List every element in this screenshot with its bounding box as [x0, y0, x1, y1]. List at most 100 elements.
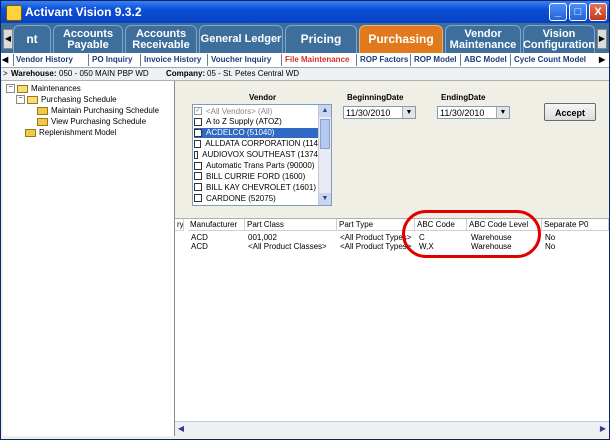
- grid-horizontal-scrollbar[interactable]: ◀ ▶: [175, 421, 609, 435]
- scroll-right-icon[interactable]: ▶: [597, 422, 609, 435]
- column-header[interactable]: ry: [175, 219, 184, 231]
- tree-label: Maintain Purchasing Schedule: [51, 106, 160, 115]
- vendor-list-item[interactable]: A to Z Supply (ATOZ): [194, 117, 318, 127]
- dropdown-arrow-icon[interactable]: ▼: [402, 107, 415, 118]
- subnav-scroll-left-icon[interactable]: ◀: [2, 55, 8, 64]
- app-icon: [6, 5, 22, 21]
- tree-label: Replenishment Model: [39, 128, 117, 137]
- folder-open-icon: [27, 95, 38, 104]
- dropdown-arrow-icon[interactable]: ▼: [496, 107, 509, 118]
- checkbox[interactable]: [194, 161, 202, 170]
- vendor-list-item-label: ACDELCO (51040): [206, 128, 275, 138]
- subnav-invoice-history[interactable]: Invoice History: [144, 55, 201, 64]
- checkbox[interactable]: [194, 150, 199, 159]
- subnav-cycle-count-model[interactable]: Cycle Count Model: [514, 55, 586, 64]
- subnav-voucher-inquiry[interactable]: Voucher Inquiry: [211, 55, 271, 64]
- checkbox[interactable]: [194, 139, 202, 148]
- tab-accounts-receivable[interactable]: Accounts Receivable: [125, 25, 197, 53]
- vendor-list-item[interactable]: ALLDATA CORPORATION (114: [194, 139, 318, 149]
- subnav-vendor-history[interactable]: Vendor History: [16, 55, 73, 64]
- accept-button[interactable]: Accept: [544, 103, 596, 121]
- column-header[interactable]: Separate P0: [542, 219, 609, 231]
- tree-node-maintenances[interactable]: − Maintenances: [6, 84, 81, 93]
- tree-node-maintain-purchasing-schedule[interactable]: Maintain Purchasing Schedule: [37, 106, 159, 115]
- context-bar: > Warehouse: 050 - 050 MAIN PBP WD Compa…: [1, 68, 609, 81]
- scroll-down-icon[interactable]: ▼: [319, 193, 331, 205]
- collapse-icon[interactable]: −: [6, 84, 15, 93]
- column-header[interactable]: Manufacturer: [188, 219, 245, 231]
- tab-pricing[interactable]: Pricing: [285, 25, 357, 53]
- main-content: Vendor ✓ <All Vendors> (All) A to Z Supply…: [175, 81, 609, 436]
- subnav-rop-model[interactable]: ROP Model: [414, 55, 457, 64]
- tab-accounts-payable[interactable]: Accounts Payable: [53, 25, 123, 53]
- vendor-list-item-label: AUDIOVOX SOUTHEAST (1374: [202, 150, 318, 160]
- vendor-list-item-label: BILL KAY CHEVROLET (1601): [206, 182, 316, 192]
- sub-navigation-bar: ◀ Vendor History PO Inquiry Invoice Hist…: [1, 53, 609, 68]
- collapse-icon[interactable]: −: [16, 95, 25, 104]
- table-cell[interactable]: No: [545, 242, 555, 252]
- tree-label: Purchasing Schedule: [41, 95, 117, 104]
- folder-icon: [25, 128, 36, 137]
- navigation-tree: − Maintenances − Purchasing Schedule Mai…: [3, 81, 175, 436]
- vendor-list-item[interactable]: ✓ ACDELCO (51040): [194, 127, 318, 138]
- window-title: Activant Vision 9.3.2: [25, 5, 142, 19]
- tab-vendor-maintenance[interactable]: Vendor Maintenance: [445, 25, 521, 53]
- warehouse-label: Warehouse:: [11, 69, 57, 78]
- ending-date-value: 11/30/2010: [440, 108, 485, 118]
- tab-scroll-left-icon[interactable]: ◀: [3, 29, 13, 49]
- tree-label: View Purchasing Schedule: [51, 117, 147, 126]
- warehouse-value: 050 - 050 MAIN PBP WD: [59, 69, 149, 78]
- beginning-date-picker[interactable]: 11/30/2010 ▼: [343, 106, 416, 119]
- tab-vision-configuration[interactable]: Vision Configuration: [523, 25, 595, 53]
- tab-purchasing[interactable]: Purchasing: [359, 25, 443, 53]
- vendor-list-item-label: ALLDATA CORPORATION (114: [205, 139, 318, 149]
- subnav-scroll-right-icon[interactable]: ▶: [599, 55, 605, 64]
- abc-grid: ry Manufacturer Part Class Part Type ABC…: [175, 218, 609, 422]
- subnav-po-inquiry[interactable]: PO Inquiry: [92, 55, 132, 64]
- table-cell[interactable]: ACD: [191, 242, 208, 252]
- tab-general-ledger[interactable]: General Ledger: [199, 25, 283, 53]
- company-label: Company:: [166, 69, 206, 78]
- vendor-list-item[interactable]: BILL CURRIE FORD (1600): [194, 171, 318, 181]
- ending-date-picker[interactable]: 11/30/2010 ▼: [437, 106, 510, 119]
- vendor-list-item-label: Automatic Trans Parts (90000): [206, 161, 315, 170]
- vendor-list-item[interactable]: BILL KAY CHEVROLET (1601): [194, 182, 318, 192]
- subnav-rop-factors[interactable]: ROP Factors: [360, 55, 408, 64]
- vendor-scrollbar[interactable]: ▲ ▼: [318, 105, 331, 205]
- maximize-button[interactable]: □: [569, 3, 587, 21]
- vendor-list-item[interactable]: AUDIOVOX SOUTHEAST (1374: [194, 150, 318, 160]
- vendor-list-item-label: BILL CURRIE FORD (1600): [206, 171, 306, 181]
- column-header[interactable]: Part Class: [245, 219, 337, 231]
- scroll-left-icon[interactable]: ◀: [175, 422, 187, 435]
- scroll-up-icon[interactable]: ▲: [319, 105, 331, 117]
- tree-node-purchasing-schedule[interactable]: − Purchasing Schedule: [16, 95, 117, 104]
- scroll-thumb[interactable]: [320, 119, 330, 149]
- table-cell[interactable]: <All Product Types>: [340, 242, 414, 252]
- close-button[interactable]: X: [589, 3, 607, 21]
- checkbox[interactable]: ✓: [194, 107, 202, 115]
- tab-scroll-right-icon[interactable]: ▶: [597, 29, 607, 49]
- checkbox[interactable]: [194, 172, 202, 181]
- checkbox[interactable]: [194, 183, 202, 192]
- tree-node-replenishment-model[interactable]: Replenishment Model: [25, 128, 116, 137]
- vendor-list-item[interactable]: CARDONE (52075): [194, 193, 318, 203]
- checkbox[interactable]: [194, 117, 202, 126]
- subnav-file-maintenance[interactable]: File Maintenance: [285, 55, 349, 64]
- folder-icon: [37, 117, 48, 126]
- tab-partial[interactable]: nt: [13, 25, 51, 53]
- vendor-list-item-label: <All Vendors> (All): [206, 106, 273, 116]
- table-cell[interactable]: <All Product Classes>: [248, 242, 327, 252]
- vendor-list-item[interactable]: Automatic Trans Parts (90000): [194, 161, 318, 171]
- checkbox[interactable]: ✓: [194, 128, 202, 137]
- checkbox[interactable]: [194, 194, 202, 203]
- context-arrow-icon: >: [3, 69, 8, 78]
- subnav-abc-model[interactable]: ABC Model: [464, 55, 507, 64]
- vendor-listbox[interactable]: ✓ <All Vendors> (All) A to Z Supply (ATOZ)…: [192, 104, 332, 206]
- title-bar: Activant Vision 9.3.2 _ □ X: [1, 1, 609, 23]
- tree-node-view-purchasing-schedule[interactable]: View Purchasing Schedule: [37, 117, 146, 126]
- vendor-list-item[interactable]: ✓ <All Vendors> (All): [194, 106, 318, 116]
- beginning-date-value: 11/30/2010: [346, 108, 391, 118]
- minimize-button[interactable]: _: [549, 3, 567, 21]
- tree-label: Maintenances: [31, 84, 81, 93]
- folder-icon: [37, 106, 48, 115]
